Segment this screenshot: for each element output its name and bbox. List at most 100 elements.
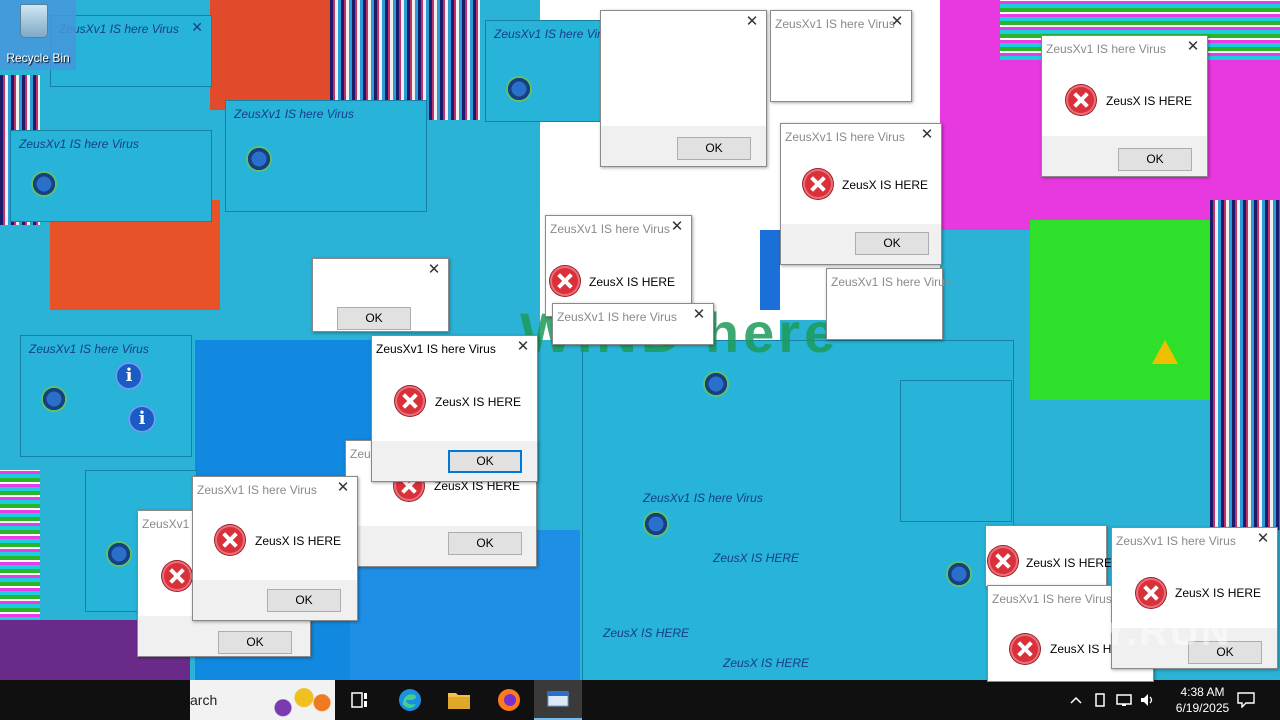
ok-button[interactable]: OK <box>855 232 929 255</box>
virus-dialog[interactable]: ZeusXv1 IS here Virus ✕ ZeusX IS HERE OK <box>371 335 538 482</box>
dialog-title: ZeusXv1 IS here Virus <box>775 17 895 31</box>
virus-dialog[interactable]: ZeusXv1 IS here Virus ✕ ZeusX IS HERE OK <box>192 476 358 621</box>
error-icon <box>506 76 532 102</box>
error-icon <box>946 561 972 587</box>
error-icon <box>1136 578 1166 608</box>
ghost-dialog <box>900 380 1012 587</box>
dialog-message: ZeusX IS HERE <box>1026 556 1113 570</box>
virus-dialog[interactable]: ZeusX IS HERE <box>985 525 1112 587</box>
error-icon <box>106 541 132 567</box>
dialog-message: ZeusX IS HERE <box>589 275 676 289</box>
close-button[interactable]: ✕ <box>513 337 533 357</box>
ghost-dialog-title: ZeusXv1 IS here Virus <box>494 27 614 41</box>
ghost-dialog-title: ZeusXv1 IS here Virus <box>234 107 354 121</box>
speaker-icon <box>1141 694 1153 706</box>
close-button[interactable]: ✕ <box>887 12 907 32</box>
dialog-message: ZeusX IS HERE <box>842 178 929 192</box>
edge-button[interactable] <box>386 680 434 720</box>
firefox-icon <box>498 689 520 711</box>
firefox-button[interactable] <box>485 680 533 720</box>
file-explorer-button[interactable] <box>435 680 483 720</box>
info-icon: i <box>128 405 156 433</box>
warning-icon <box>1152 340 1178 364</box>
error-icon <box>1010 634 1040 664</box>
dialog-title: ZeusXv1 IS here Virus <box>197 483 317 497</box>
notifications-button[interactable] <box>1232 680 1260 720</box>
ghost-dialog: ZeusXv1 IS here Virus <box>10 130 212 222</box>
chevron-up-icon <box>1070 696 1082 704</box>
search-highlight-image <box>271 684 331 718</box>
folder-icon <box>448 693 470 709</box>
close-button[interactable]: ✕ <box>742 12 762 32</box>
virus-dialog[interactable]: ✕ OK <box>312 258 449 332</box>
search-box-text: arch <box>190 692 218 708</box>
ok-button[interactable]: OK <box>337 307 411 330</box>
task-view-button[interactable] <box>336 680 384 720</box>
error-icon <box>215 525 245 555</box>
volume-button[interactable] <box>1137 680 1159 720</box>
dialog-title: ZeusXv1 IS here Virus <box>1116 534 1236 548</box>
ghost-dialog-title: ZeusXv1 IS here Virus <box>643 491 763 505</box>
virus-dialog[interactable]: ✕ OK <box>600 10 767 167</box>
ok-button[interactable]: OK <box>218 631 292 654</box>
error-icon <box>550 266 580 296</box>
ok-button[interactable]: OK <box>1118 148 1192 171</box>
usb-device-icon <box>1095 693 1105 707</box>
dialog-message: ZeusX IS HERE <box>255 534 342 548</box>
show-hidden-icons-button[interactable] <box>1066 680 1086 720</box>
virus-dialog[interactable]: ZeusXv1 IS here Virus ✕ ZeusX IS HERE OK <box>1041 35 1208 177</box>
watermark: ANY.RUN <box>1040 610 1232 654</box>
close-button[interactable]: ✕ <box>917 125 937 145</box>
dialog-title: ZeusXv1 IS here Virus <box>785 130 905 144</box>
close-button[interactable]: ✕ <box>1183 37 1203 57</box>
error-icon <box>162 561 192 591</box>
ghost-dialog-message: ZeusX IS HERE <box>723 656 810 670</box>
close-button[interactable]: ✕ <box>689 305 709 325</box>
tray-device-button[interactable] <box>1090 680 1110 720</box>
ok-button[interactable]: OK <box>448 532 522 555</box>
edge-icon <box>399 689 421 711</box>
dialog-message: ZeusX IS HERE <box>1175 586 1262 600</box>
close-button[interactable]: ✕ <box>424 260 444 280</box>
ghost-dialog: ZeusXv1 IS here Virus <box>20 335 192 457</box>
recycle-bin-label: Recycle Bin <box>6 51 70 65</box>
network-icon <box>1116 694 1132 706</box>
ok-button[interactable]: OK <box>677 137 751 160</box>
ghost-dialog: ZeusXv1 IS here Virus <box>485 20 617 122</box>
virus-dialog[interactable]: ZeusXv1 IS here Virus <box>826 268 951 340</box>
dialog-title: ZeusXv1 IS here Virus <box>831 275 951 289</box>
search-box[interactable]: arch <box>190 680 335 720</box>
dialog-message: ZeusX IS HERE <box>1106 94 1193 108</box>
ghost-dialog-title: ZeusXv1 IS here Virus <box>29 342 149 356</box>
dialog-title: ZeusXv1 IS here Virus <box>557 310 677 324</box>
error-icon <box>41 386 67 412</box>
ghost-dialog-message: ZeusX IS HERE <box>713 551 800 565</box>
dialog-title: ZeusXv1 IS here Virus <box>992 592 1112 606</box>
ok-button[interactable]: OK <box>448 450 522 473</box>
virus-app-button[interactable] <box>534 680 582 720</box>
info-icon: i <box>115 362 143 390</box>
close-button[interactable]: ✕ <box>1253 529 1273 549</box>
ghost-dialog: ZeusXv1 IS here Virus <box>225 100 427 212</box>
network-button[interactable] <box>1113 680 1135 720</box>
recycle-bin-icon[interactable]: Recycle Bin <box>0 0 76 70</box>
virus-dialog[interactable]: ZeusXv1 IS here Virus ✕ <box>552 303 714 345</box>
close-button[interactable]: ✕ <box>667 217 687 237</box>
error-icon <box>988 546 1018 576</box>
ghost-dialog-message: ZeusX IS HERE <box>603 626 690 640</box>
dialog-title: ZeusXv1 IS here Virus <box>1046 42 1166 56</box>
ghost-dialog-title: ZeusXv1 IS here Virus <box>19 137 139 151</box>
virus-dialog[interactable]: ZeusXv1 IS here Virus ✕ ZeusX IS HERE OK <box>780 123 942 265</box>
error-icon <box>1066 85 1096 115</box>
close-button[interactable]: ✕ <box>333 478 353 498</box>
dialog-message: ZeusX IS HERE <box>435 395 522 409</box>
virus-dialog[interactable]: ZeusXv1 IS here Virus ✕ <box>770 10 912 102</box>
trash-icon <box>20 4 48 38</box>
ghost-dialog-title: ZeusXv1 IS here Virus <box>59 22 179 36</box>
error-icon <box>395 386 425 416</box>
error-icon <box>643 511 669 537</box>
virus-dialog[interactable]: ZeusXv1 IS here Virus ✕ ZeusX IS HERE <box>545 215 692 317</box>
ok-button[interactable]: OK <box>267 589 341 612</box>
notification-icon <box>1237 692 1255 708</box>
close-icon: ✕ <box>191 19 203 35</box>
